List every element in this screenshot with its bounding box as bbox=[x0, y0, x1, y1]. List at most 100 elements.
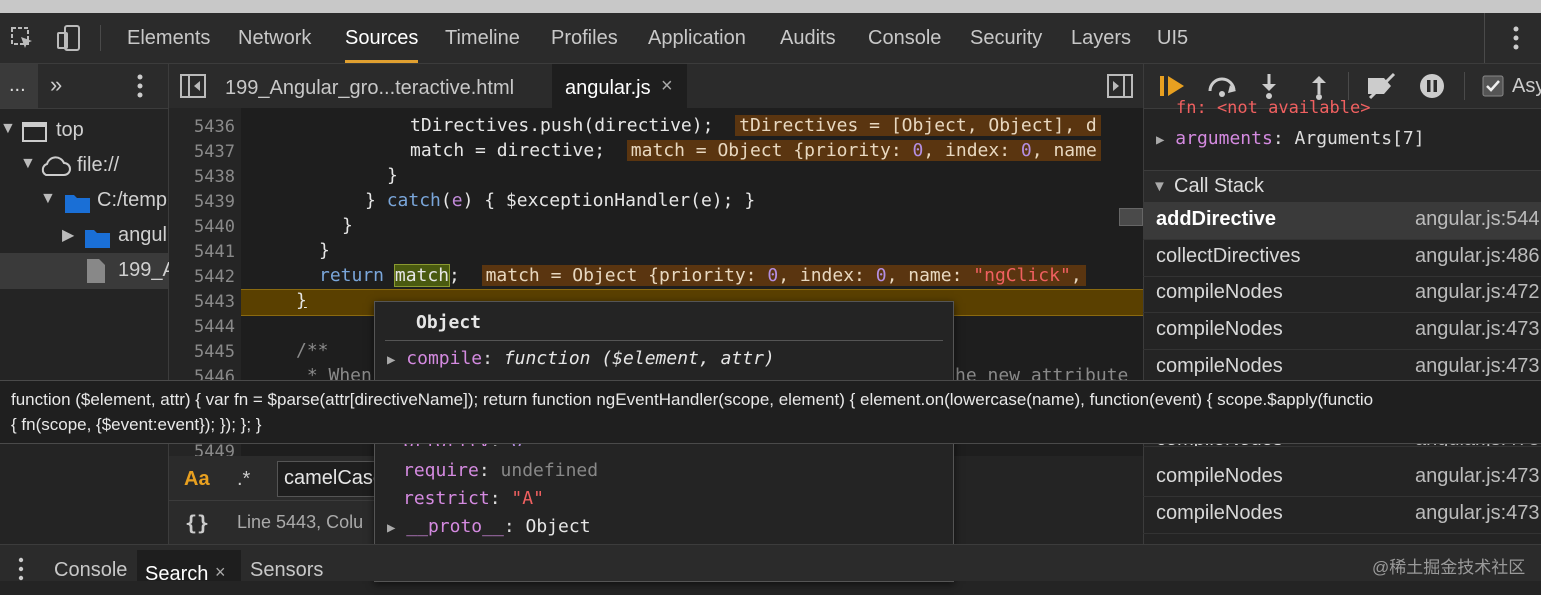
line-number[interactable]: 5441 bbox=[169, 242, 235, 262]
line-number[interactable]: 5437 bbox=[169, 142, 235, 162]
device-toolbar-icon[interactable] bbox=[55, 24, 83, 52]
tab-elements[interactable]: Elements bbox=[127, 13, 210, 63]
tooltip-line-1: function ($element, attr) { var fn = $pa… bbox=[11, 390, 1374, 409]
toggle-navigator-icon[interactable] bbox=[180, 74, 206, 98]
code-line-5443: } bbox=[296, 290, 307, 311]
pause-on-exceptions-icon[interactable] bbox=[1418, 72, 1446, 100]
code-text: tDirectives.push(directive); bbox=[410, 115, 714, 136]
line-number[interactable]: 5444 bbox=[169, 317, 235, 337]
call-frame[interactable]: compileNodes angular.js:473 bbox=[1143, 312, 1541, 350]
chevron-right-icon[interactable]: » bbox=[50, 72, 62, 98]
more-label: ... bbox=[9, 74, 26, 96]
tree-item-temp[interactable]: ▼ C:/temp bbox=[40, 189, 168, 217]
call-frame[interactable]: collectDirectives angular.js:486 bbox=[1143, 239, 1541, 277]
line-number[interactable]: 5443 bbox=[169, 292, 235, 312]
match-case-toggle[interactable]: Aa bbox=[184, 468, 210, 491]
code-text: match = directive; bbox=[410, 140, 606, 161]
step-out-icon[interactable] bbox=[1308, 72, 1330, 100]
line-number[interactable]: 5438 bbox=[169, 167, 235, 187]
drawer-tab-bar: Console Search × Sensors @稀土掘金技术社区 bbox=[0, 544, 1541, 585]
step-into-icon[interactable] bbox=[1258, 72, 1280, 100]
pretty-print-icon[interactable]: {} bbox=[185, 511, 209, 535]
popover-compile[interactable]: ▶ compile: function ($element, attr) bbox=[387, 348, 775, 369]
frame-name: compileNodes bbox=[1156, 502, 1283, 524]
call-frame[interactable]: compileNodes angular.js:473 bbox=[1143, 496, 1541, 534]
step-over-icon[interactable] bbox=[1206, 73, 1238, 99]
code-line-5436: tDirectives.push(directive); tDirectives… bbox=[410, 115, 1101, 136]
line-number[interactable]: 5440 bbox=[169, 217, 235, 237]
folder-icon bbox=[65, 195, 90, 213]
more-options-icon[interactable] bbox=[1508, 25, 1524, 51]
frame-location: angular.js:544 bbox=[1415, 208, 1540, 230]
cloud-icon bbox=[41, 156, 71, 176]
navigator-tab-more[interactable]: ... bbox=[0, 64, 38, 108]
call-stack-title: Call Stack bbox=[1174, 175, 1265, 197]
deactivate-breakpoints-icon[interactable] bbox=[1364, 72, 1398, 100]
popover-proto[interactable]: ▶ __proto__: Object bbox=[387, 516, 591, 537]
scope-arguments[interactable]: ▶ arguments: Arguments[7] bbox=[1156, 128, 1425, 149]
match-token-highlight[interactable]: match bbox=[393, 264, 451, 287]
file-tab-angular[interactable]: angular.js × bbox=[552, 64, 687, 108]
tab-security[interactable]: Security bbox=[970, 13, 1042, 63]
inspect-element-icon[interactable] bbox=[10, 26, 36, 52]
tree-label: file:// bbox=[77, 154, 120, 176]
navigator-menu-icon[interactable] bbox=[132, 73, 148, 99]
line-number[interactable]: 5439 bbox=[169, 192, 235, 212]
file-tab-label: angular.js bbox=[565, 77, 651, 99]
tree-item-selected[interactable]: 199_A bbox=[0, 253, 176, 289]
tab-audits[interactable]: Audits bbox=[780, 13, 836, 63]
drawer-tab-console[interactable]: Console bbox=[54, 545, 127, 581]
file-tab-html[interactable]: 199_Angular_gro...teractive.html bbox=[225, 77, 514, 100]
scope-fn-line: fn: <not available> bbox=[1176, 98, 1371, 118]
tab-timeline[interactable]: Timeline bbox=[445, 13, 520, 63]
drawer-tab-sensors[interactable]: Sensors bbox=[250, 545, 323, 581]
tab-profiles[interactable]: Profiles bbox=[551, 13, 618, 63]
expand-arrow-icon: ▼ bbox=[40, 190, 56, 207]
scrollbar-thumb[interactable] bbox=[1119, 208, 1143, 226]
code-line-5438: } bbox=[387, 165, 398, 186]
inline-value: match = Object {priority: 0, index: 0, n… bbox=[626, 140, 1101, 161]
line-number[interactable]: 5436 bbox=[169, 117, 235, 137]
drawer-tab-label: Search bbox=[145, 563, 209, 585]
tree-label: 199_A bbox=[118, 259, 176, 281]
line-number[interactable]: 5442 bbox=[169, 267, 235, 287]
regex-toggle[interactable]: .* bbox=[237, 468, 250, 491]
frame-location: angular.js:473 bbox=[1415, 355, 1540, 377]
tab-ui5[interactable]: UI5 bbox=[1157, 13, 1188, 63]
expand-arrow-icon: ▶ bbox=[1156, 132, 1165, 148]
frame-location: angular.js:472 bbox=[1415, 281, 1540, 303]
tooltip-line-2: { fn(scope, {$event:event}); }); }; } bbox=[11, 415, 262, 434]
tab-console[interactable]: Console bbox=[868, 13, 941, 63]
tab-sources[interactable]: Sources bbox=[345, 13, 419, 63]
call-frame[interactable]: compileNodes angular.js:472 bbox=[1143, 275, 1541, 313]
tree-item-angular-folder[interactable]: ▶ angul bbox=[62, 224, 168, 252]
line-number[interactable]: 5449 bbox=[169, 442, 235, 456]
function-tooltip: function ($element, attr) { var fn = $pa… bbox=[0, 380, 1541, 444]
resume-icon[interactable] bbox=[1158, 73, 1186, 99]
popover-title: Object bbox=[416, 312, 482, 333]
call-frame-selected[interactable]: addDirective angular.js:544 bbox=[1143, 202, 1541, 240]
code-line-5445: /** bbox=[296, 340, 329, 361]
close-icon[interactable]: × bbox=[661, 75, 673, 98]
drawer-tab-search[interactable]: Search × bbox=[137, 550, 241, 585]
call-stack-header[interactable]: ▼ Call Stack bbox=[1144, 170, 1541, 204]
window-top-strip bbox=[0, 0, 1541, 13]
drawer-menu-icon[interactable] bbox=[16, 557, 26, 581]
cursor-position-status: Line 5443, Colu bbox=[237, 512, 364, 532]
frame-location: angular.js:486 bbox=[1415, 245, 1540, 267]
call-frame[interactable]: compileNodes angular.js:473 bbox=[1143, 459, 1541, 497]
code-line-5441: } bbox=[319, 240, 330, 261]
search-panel: Aa .* camelCase {} Line 5443, Colu bbox=[169, 456, 389, 544]
tab-network[interactable]: Network bbox=[238, 13, 311, 63]
frame-name: addDirective bbox=[1156, 208, 1277, 230]
tab-application[interactable]: Application bbox=[648, 13, 746, 63]
tab-layers[interactable]: Layers bbox=[1071, 13, 1131, 63]
async-checkbox[interactable] bbox=[1482, 75, 1504, 97]
search-input[interactable]: camelCase bbox=[277, 461, 389, 497]
frame-name: compileNodes bbox=[1156, 281, 1283, 303]
toggle-debugger-icon[interactable] bbox=[1107, 74, 1133, 98]
frame-name: compileNodes bbox=[1156, 355, 1283, 377]
code-line-5437: match = directive; match = Object {prior… bbox=[410, 140, 1101, 161]
line-number[interactable]: 5445 bbox=[169, 342, 235, 362]
frame-location: angular.js:473 bbox=[1415, 502, 1540, 524]
